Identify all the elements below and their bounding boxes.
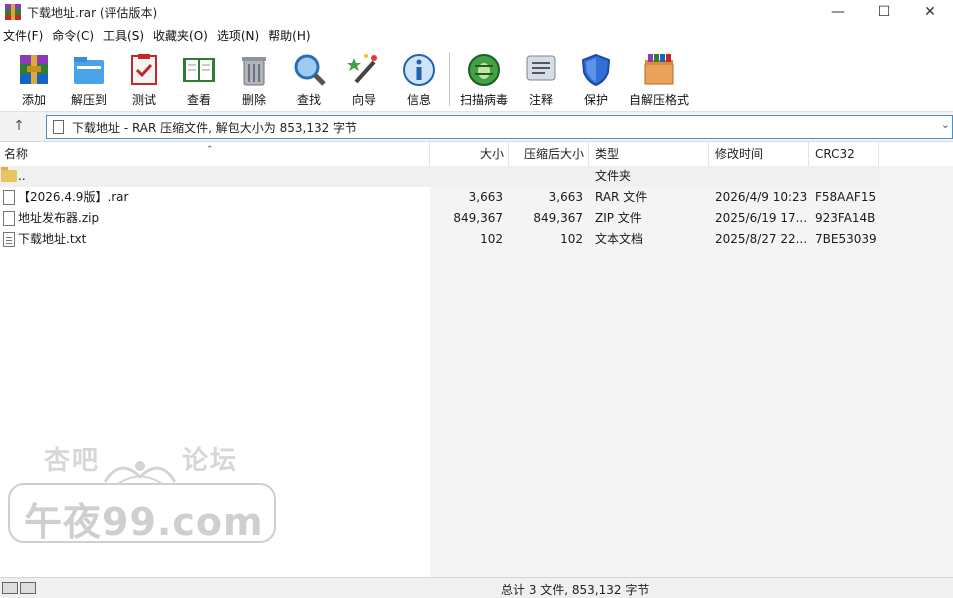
- column-size[interactable]: 大小: [430, 142, 509, 166]
- test-icon: [126, 52, 162, 88]
- sfx-button[interactable]: 自解压格式: [627, 50, 691, 108]
- test-button[interactable]: 测试: [116, 50, 172, 108]
- comment-icon: [523, 52, 559, 88]
- watermark-text: 午夜99.com: [24, 500, 264, 544]
- address-bar: ↑ 下载地址 - RAR 压缩文件, 解包大小为 853,132 字节 ⌄: [0, 112, 953, 142]
- maximize-button[interactable]: ☐: [861, 0, 907, 24]
- list-item[interactable]: 【2026.4.9版】.rar 3,663 3,663 RAR 文件 2026/…: [0, 187, 880, 208]
- delete-button[interactable]: 删除: [226, 50, 282, 108]
- title-bar: 下载地址.rar (评估版本) — ☐ ✕: [0, 0, 953, 24]
- wizard-button[interactable]: 向导: [336, 50, 392, 108]
- address-field[interactable]: 下载地址 - RAR 压缩文件, 解包大小为 853,132 字节 ⌄: [46, 115, 953, 139]
- find-button[interactable]: 查找: [281, 50, 337, 108]
- list-item[interactable]: 下载地址.txt 102 102 文本文档 2025/8/27 22... 7B…: [0, 229, 880, 250]
- add-archive-icon: [16, 52, 52, 88]
- wizard-icon: [346, 52, 382, 88]
- delete-icon: [236, 52, 272, 88]
- drive-icon[interactable]: [2, 582, 18, 594]
- column-type[interactable]: 类型: [589, 142, 709, 166]
- list-header: 名称 ⌃ 大小 压缩后大小 类型 修改时间 CRC32: [0, 142, 953, 166]
- menu-file[interactable]: 文件(F): [0, 27, 47, 44]
- sort-up-icon: ⌃: [206, 145, 214, 155]
- text-file-icon: [3, 232, 15, 247]
- info-button[interactable]: 信息: [391, 50, 447, 108]
- info-icon: [401, 52, 437, 88]
- key-icon[interactable]: [20, 582, 36, 594]
- minimize-button[interactable]: —: [815, 0, 861, 24]
- find-icon: [291, 52, 327, 88]
- protect-icon: [578, 52, 614, 88]
- extract-to-button[interactable]: 解压到: [61, 50, 117, 108]
- add-button[interactable]: 添加: [6, 50, 62, 108]
- list-item[interactable]: 地址发布器.zip 849,367 849,367 ZIP 文件 2025/6/…: [0, 208, 880, 229]
- status-bar: 总计 3 文件, 853,132 字节: [0, 577, 953, 598]
- winrar-app-icon: [5, 4, 21, 20]
- sfx-icon: [641, 52, 677, 88]
- chevron-down-icon[interactable]: ⌄: [941, 118, 950, 131]
- archive-file-icon: [53, 120, 64, 134]
- up-folder-icon[interactable]: ↑: [10, 118, 28, 136]
- column-crc32[interactable]: CRC32: [809, 142, 879, 166]
- watermark-box: 午夜99.com: [8, 483, 276, 544]
- close-button[interactable]: ✕: [907, 0, 953, 24]
- protect-button[interactable]: 保护: [568, 50, 624, 108]
- column-packed[interactable]: 压缩后大小: [509, 142, 589, 166]
- column-modified[interactable]: 修改时间: [709, 142, 809, 166]
- folder-icon: [1, 167, 17, 182]
- toolbar: 添加 解压到 测试 查看 删除 查找 向导 信息 扫描病毒 注释 保护 自解压格…: [0, 46, 953, 112]
- menu-help[interactable]: 帮助(H): [265, 27, 314, 44]
- menu-bar: 文件(F) 命令(C) 工具(S) 收藏夹(O) 选项(N) 帮助(H): [0, 24, 953, 46]
- list-item-parent[interactable]: .. 文件夹: [0, 166, 880, 187]
- status-text: 总计 3 文件, 853,132 字节: [501, 583, 650, 597]
- address-text: 下载地址 - RAR 压缩文件, 解包大小为 853,132 字节: [72, 120, 358, 135]
- toolbar-separator: [449, 52, 450, 106]
- file-icon: [3, 211, 15, 226]
- virus-scan-button[interactable]: 扫描病毒: [456, 50, 512, 108]
- column-name[interactable]: 名称 ⌃: [0, 142, 430, 166]
- menu-commands[interactable]: 命令(C): [49, 27, 98, 44]
- view-icon: [181, 52, 217, 88]
- window-title: 下载地址.rar (评估版本): [27, 5, 158, 20]
- comment-button[interactable]: 注释: [513, 50, 569, 108]
- menu-options[interactable]: 选项(N): [214, 27, 263, 44]
- file-icon: [3, 190, 15, 205]
- menu-tools[interactable]: 工具(S): [100, 27, 148, 44]
- menu-favorites[interactable]: 收藏夹(O): [150, 27, 212, 44]
- virus-scan-icon: [466, 52, 502, 88]
- view-button[interactable]: 查看: [171, 50, 227, 108]
- extract-to-icon: [71, 52, 107, 88]
